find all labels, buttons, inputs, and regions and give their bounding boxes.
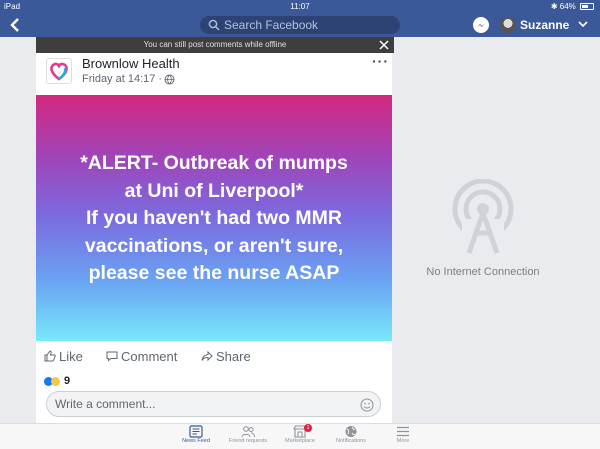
- alert-line: please see the nurse ASAP: [88, 262, 340, 284]
- no-connection-message: No Internet Connection: [426, 266, 540, 278]
- page-logo[interactable]: [46, 58, 72, 84]
- top-navbar: Search Facebook Suzanne: [0, 13, 600, 37]
- alert-line: If you haven't had two MMR: [86, 207, 342, 229]
- tab-news-feed[interactable]: News Feed: [166, 425, 226, 449]
- post-actions: Like Comment Share: [36, 347, 392, 367]
- reaction-count: 9: [64, 375, 71, 387]
- bluetooth-icon: ✱: [550, 2, 558, 11]
- heart-logo-icon: [50, 62, 68, 81]
- chevron-left-icon: [10, 18, 19, 32]
- comment-label: Comment: [121, 349, 178, 364]
- back-button[interactable]: [10, 16, 26, 34]
- offline-panel: No Internet Connection: [400, 37, 600, 423]
- alert-line: at Uni of Liverpool*: [124, 179, 304, 202]
- search-icon: [208, 19, 220, 31]
- avatar[interactable]: [500, 17, 516, 33]
- tab-notifications[interactable]: Notifications: [321, 425, 381, 449]
- tab-label: News Feed: [182, 438, 210, 444]
- thumbs-up-icon: [44, 350, 56, 362]
- tab-label: More: [396, 438, 410, 444]
- share-label: Share: [216, 349, 251, 364]
- post-card: Brownlow Health Friday at 14:17 · ··· *A…: [36, 53, 392, 423]
- share-button[interactable]: Share: [201, 349, 251, 364]
- chevron-down-icon[interactable]: [576, 17, 590, 31]
- menu-icon: [397, 426, 409, 437]
- notification-badge: 1: [304, 424, 312, 432]
- friends-icon: [241, 426, 255, 438]
- messenger-button[interactable]: [473, 17, 489, 33]
- globe-icon: [345, 426, 357, 437]
- tab-label: Notifications: [336, 438, 366, 444]
- offline-banner: You can still post comments while offlin…: [36, 37, 394, 53]
- news-feed-icon: [189, 425, 203, 438]
- status-bar: iPad 11:07 ✱ 64%: [0, 0, 600, 13]
- battery-percent: 64%: [559, 2, 576, 11]
- emoji-icon[interactable]: [360, 398, 374, 412]
- clock: 11:07: [290, 2, 310, 11]
- like-label: Like: [59, 349, 83, 364]
- page-name[interactable]: Brownlow Health: [82, 56, 180, 71]
- broadcast-tower-icon: [452, 179, 514, 255]
- comment-icon: [106, 351, 118, 362]
- messenger-icon: [477, 23, 485, 27]
- tab-label: Friend requests: [228, 438, 268, 444]
- battery-status: ✱ 64%: [551, 2, 594, 11]
- search-placeholder: Search Facebook: [224, 18, 319, 32]
- post-timestamp[interactable]: Friday at 14:17 ·: [82, 73, 162, 85]
- more-options-icon[interactable]: ···: [372, 53, 389, 69]
- post-image[interactable]: *ALERT- Outbreak of mumps at Uni of Live…: [36, 95, 392, 341]
- bottom-tab-bar: News Feed Friend requests 1 Marketplace …: [0, 423, 600, 449]
- share-icon: [201, 350, 213, 362]
- comment-input[interactable]: Write a comment...: [46, 391, 381, 417]
- search-input[interactable]: Search Facebook: [200, 16, 400, 34]
- wow-reaction-icon: [51, 377, 60, 386]
- alert-line: *ALERT- Outbreak of mumps: [80, 152, 348, 174]
- comment-button[interactable]: Comment: [106, 349, 177, 364]
- post-image-text: *ALERT- Outbreak of mumps at Uni of Live…: [36, 150, 392, 288]
- close-icon[interactable]: [378, 39, 390, 51]
- username[interactable]: Suzanne: [520, 18, 569, 32]
- tab-label: Marketplace: [285, 438, 315, 444]
- alert-line: vaccinations, or aren't sure,: [84, 234, 344, 257]
- tab-more[interactable]: More: [373, 425, 433, 449]
- offline-banner-text: You can still post comments while offlin…: [143, 40, 287, 49]
- globe-icon: [164, 74, 175, 85]
- like-button[interactable]: Like: [44, 349, 83, 364]
- battery-icon: [580, 3, 594, 10]
- tab-friend-requests[interactable]: Friend requests: [218, 425, 278, 449]
- battery-fill: [582, 5, 588, 8]
- comment-placeholder: Write a comment...: [55, 397, 156, 411]
